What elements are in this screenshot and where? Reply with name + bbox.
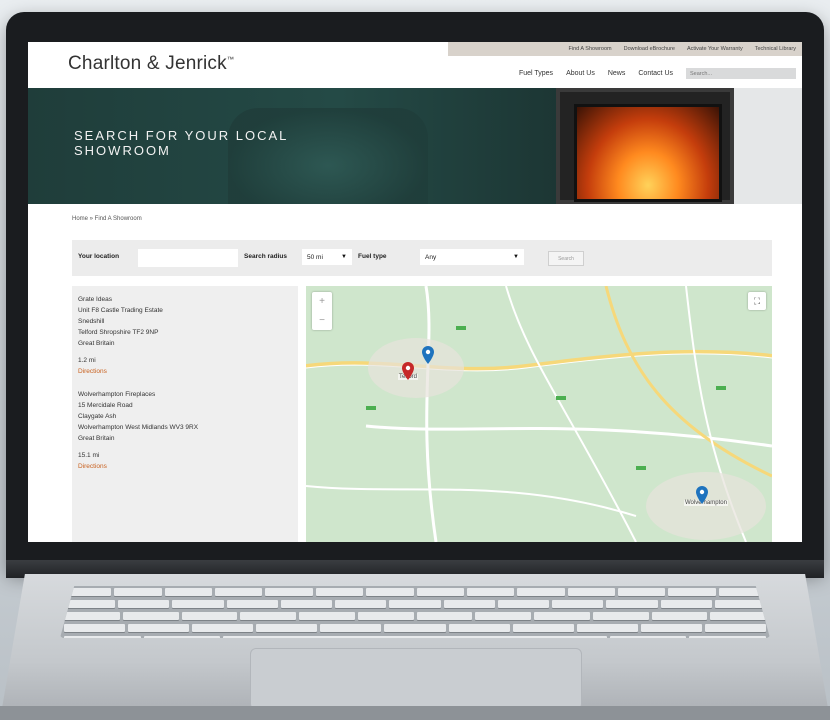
- result-distance: 15.1 mi: [78, 452, 100, 459]
- nav-news[interactable]: News: [608, 70, 626, 77]
- zoom-in-button[interactable]: +: [312, 292, 332, 311]
- result-address-line: Unit F8 Castle Trading Estate: [78, 307, 163, 314]
- nav-fuel-types[interactable]: Fuel Types: [519, 70, 553, 77]
- utility-link-ebrochure[interactable]: Download eBrochure: [624, 46, 675, 52]
- chevron-down-icon: ▼: [513, 254, 519, 260]
- result-address-line: Snedshill: [78, 318, 105, 325]
- result-directions-link[interactable]: Directions: [78, 461, 292, 472]
- utility-link-technical-library[interactable]: Technical Library: [755, 46, 796, 52]
- result-address-line: Claygate Ash: [78, 413, 117, 420]
- hero-stove-image: [556, 88, 734, 204]
- map-pin-selected-icon[interactable]: [402, 362, 414, 380]
- chevron-down-icon: ▼: [341, 254, 347, 260]
- result-item: Wolverhampton Fireplaces 15 Mercidale Ro…: [78, 389, 292, 472]
- result-distance: 1.2 mi: [78, 357, 96, 364]
- location-label: Your location: [78, 253, 120, 260]
- main-nav: Fuel Types About Us News Contact Us: [519, 68, 796, 79]
- radius-label: Search radius: [244, 253, 287, 260]
- laptop-front-edge: [0, 706, 830, 720]
- result-address-line: Telford Shropshire TF2 9NP: [78, 329, 159, 336]
- laptop-keyboard: [60, 586, 770, 638]
- result-item: Grate Ideas Unit F8 Castle Trading Estat…: [78, 294, 292, 377]
- stove-fire: [574, 104, 722, 202]
- hero-title: SEARCH FOR YOUR LOCAL SHOWROOM: [74, 128, 289, 158]
- hero-banner: SEARCH FOR YOUR LOCAL SHOWROOM: [28, 88, 802, 204]
- zoom-out-button[interactable]: −: [312, 311, 332, 330]
- result-country: Great Britain: [78, 435, 115, 442]
- utility-link-find-showroom[interactable]: Find A Showroom: [568, 46, 611, 52]
- radius-select[interactable]: 50 mi ▼: [302, 249, 352, 265]
- showroom-search-form: Your location Search radius 50 mi ▼ Fuel …: [72, 240, 772, 276]
- result-country: Great Britain: [78, 340, 115, 347]
- showroom-map[interactable]: + − ⛶ Telford Wolverhampton: [306, 286, 772, 542]
- fuel-type-select[interactable]: Any ▼: [420, 249, 524, 265]
- search-button[interactable]: Search: [548, 251, 584, 266]
- laptop-screen: Charlton & Jenrick™ Find A Showroom Down…: [28, 42, 802, 542]
- result-name: Wolverhampton Fireplaces: [78, 391, 156, 398]
- fullscreen-icon[interactable]: ⛶: [748, 292, 766, 310]
- nav-about-us[interactable]: About Us: [566, 70, 595, 77]
- fuel-type-label: Fuel type: [358, 253, 387, 260]
- utility-nav: Find A Showroom Download eBrochure Activ…: [448, 42, 802, 56]
- result-address-line: Wolverhampton West Midlands WV3 9RX: [78, 424, 199, 431]
- brand-logo[interactable]: Charlton & Jenrick™: [68, 53, 234, 75]
- hero-wall: [734, 88, 802, 204]
- breadcrumb[interactable]: Home » Find A Showroom: [72, 216, 142, 222]
- site-search-input[interactable]: [686, 68, 796, 79]
- location-input[interactable]: [138, 249, 238, 267]
- map-pin-icon[interactable]: [696, 486, 708, 504]
- results-list: Grate Ideas Unit F8 Castle Trading Estat…: [72, 286, 298, 542]
- result-address-line: 15 Mercidale Road: [78, 402, 133, 409]
- site-header: Charlton & Jenrick™ Find A Showroom Down…: [28, 42, 802, 88]
- result-directions-link[interactable]: Directions: [78, 366, 292, 377]
- map-zoom-control: + −: [312, 292, 332, 330]
- laptop-trackpad: [250, 648, 582, 710]
- nav-contact-us[interactable]: Contact Us: [638, 70, 673, 77]
- utility-link-warranty[interactable]: Activate Your Warranty: [687, 46, 743, 52]
- map-pin-icon[interactable]: [422, 346, 434, 364]
- result-name: Grate Ideas: [78, 296, 112, 303]
